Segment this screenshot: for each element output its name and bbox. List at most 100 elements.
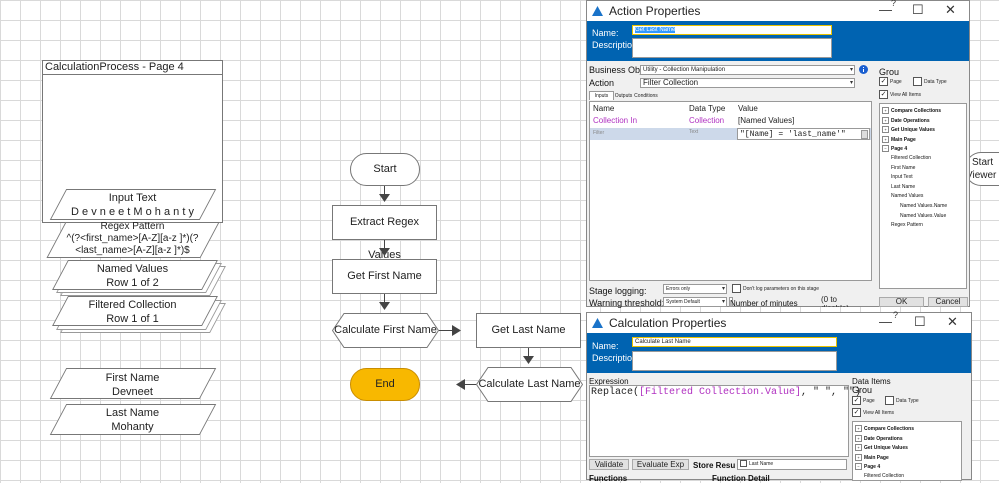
tree-item[interactable]: Named Values (891, 193, 923, 199)
cancel-button[interactable]: Cancel (928, 297, 968, 307)
tree-item[interactable]: − Page 4 (855, 463, 881, 471)
tree-item[interactable]: Filtered Collection (864, 473, 904, 479)
dialog-titlebar[interactable]: Calculation Properties — ? ☐ ✕ (587, 310, 971, 333)
collapse-icon[interactable]: − (855, 463, 862, 471)
col-header-datatype: Data Type (689, 104, 726, 113)
close-button[interactable]: ✕ (945, 2, 956, 18)
flow-connector (439, 330, 453, 331)
collapse-icon[interactable]: − (882, 145, 889, 153)
action-properties-dialog[interactable]: Action Properties — ? ☐ ✕ Name: Get Last… (586, 0, 970, 308)
expression-editor-icon[interactable] (861, 130, 868, 139)
param-type: Text (689, 129, 699, 135)
tab-inputs[interactable]: Inputs (589, 91, 614, 100)
expression-editor[interactable]: Replace([Filtered Collection.Value], " "… (589, 385, 861, 457)
expand-icon[interactable]: + (882, 116, 889, 124)
start-stage[interactable]: Start (350, 153, 420, 186)
chevron-down-icon: ▾ (721, 299, 725, 305)
view-all-checkbox[interactable]: ✓ View All Items (879, 90, 921, 99)
tree-item-label: Page 4 (864, 464, 881, 471)
check-icon: ✓ (879, 77, 888, 86)
tree-item[interactable]: Filtered Collection (891, 155, 931, 161)
help-icon[interactable]: ? (891, 0, 896, 8)
dont-log-checkbox[interactable]: Don't log parameters on this stage (732, 284, 819, 293)
tree-item[interactable]: + Main Page (882, 135, 916, 143)
store-result-field[interactable]: Last Name (737, 459, 847, 470)
expand-icon[interactable]: + (882, 107, 889, 114)
info-icon[interactable] (859, 65, 868, 74)
tree-item-label: First Name (891, 164, 916, 171)
tree-item[interactable]: Named Values.Value (900, 213, 946, 219)
data-items-tree[interactable]: + Compare Collections + Date Operations + Get… (879, 103, 967, 289)
check-icon: ✓ (852, 408, 861, 417)
tree-item[interactable]: + Date Operations (855, 434, 903, 442)
action-extract-regex[interactable]: Extract Regex Values (332, 205, 437, 261)
table-row-selected[interactable]: Filter Text "[Name] = 'last_name'" (590, 128, 871, 140)
tree-item[interactable]: Last Name (891, 184, 915, 190)
tree-item[interactable]: + Main Page (855, 453, 889, 461)
page-checkbox[interactable]: ✓ Page (879, 77, 902, 86)
tree-item[interactable]: + Get Unique Values (855, 444, 908, 452)
tree-item-label: Filtered Collection (864, 473, 905, 479)
description-field[interactable] (632, 351, 837, 371)
page-checkbox-label: Page (890, 78, 902, 85)
ok-button[interactable]: OK (879, 297, 924, 307)
data-item-value: Row 1 of 2 (106, 277, 159, 289)
tab-outputs[interactable]: Outputs (614, 92, 633, 100)
tree-item[interactable]: + Compare Collections (855, 425, 914, 432)
datatype-checkbox[interactable]: Data Type (885, 396, 919, 405)
maximize-button[interactable]: ☐ (912, 2, 924, 18)
filter-value-field[interactable]: "[Name] = 'last_name'" (737, 128, 870, 140)
data-items-tree[interactable]: + Compare Collections + Date Operations + Get… (852, 421, 962, 481)
tree-item[interactable]: Input Text (891, 174, 913, 180)
expand-icon[interactable]: + (855, 444, 862, 452)
check-icon: ✓ (852, 396, 861, 405)
view-all-checkbox[interactable]: ✓ View All Items (852, 408, 894, 417)
close-button[interactable]: ✕ (947, 314, 958, 330)
expand-icon[interactable]: + (882, 126, 889, 134)
tree-item[interactable]: + Compare Collections (882, 107, 941, 114)
expand-icon[interactable]: + (882, 135, 889, 143)
named-values-label-group: Named Values Row 1 of 2 (55, 262, 210, 290)
action-get-last-name[interactable]: Get Last Name (476, 313, 581, 348)
calc-first-name-label: Calculate First Name (334, 324, 437, 336)
validate-button[interactable]: Validate (589, 459, 629, 470)
data-item-name: First Name (105, 372, 160, 384)
tree-item[interactable]: + Date Operations (882, 116, 930, 124)
business-object-label: Business Obj (589, 65, 643, 75)
regex-label-group: Regex Pattern ^(?<first_name>[A-Z][a-z ]… (40, 221, 225, 257)
tree-item[interactable]: − Page 4 (882, 145, 907, 153)
tab-conditions[interactable]: Conditions (633, 92, 659, 100)
inputs-grid[interactable]: Name Data Type Value Collection In Colle… (589, 101, 872, 281)
name-field[interactable]: Calculate Last Name (632, 337, 837, 347)
business-object-select[interactable]: Utility - Collection Manipulation ▾ (640, 65, 855, 75)
datatype-checkbox[interactable]: Data Type (913, 77, 947, 86)
stage-logging-select[interactable]: Errors only ▾ (663, 284, 727, 294)
action-get-first-name[interactable]: Get First Name (332, 259, 437, 294)
flow-connector (465, 384, 476, 385)
description-field[interactable] (632, 38, 832, 58)
end-stage[interactable]: End (350, 368, 420, 401)
data-item-name: Filtered Collection (88, 299, 177, 311)
expand-icon[interactable]: + (855, 453, 862, 461)
page-checkbox[interactable]: ✓ Page (852, 396, 875, 405)
tree-item[interactable]: Named Values.Name (900, 203, 947, 209)
expression-field: [Filtered Collection.Value] (639, 387, 802, 398)
minimize-button[interactable]: — (879, 314, 892, 329)
evaluate-expression-button[interactable]: Evaluate Exp (632, 459, 689, 470)
name-field[interactable]: Get Last Name (632, 25, 832, 35)
tree-item[interactable]: + Get Unique Values (882, 126, 935, 134)
expand-icon[interactable]: + (855, 425, 862, 432)
arrow-left-icon (456, 379, 465, 390)
warning-threshold-select[interactable]: System Default ▾ (663, 297, 727, 307)
table-row[interactable]: Collection In Collection [Named Values] (590, 114, 871, 127)
action-select[interactable]: Filter Collection ▾ (640, 78, 855, 88)
calculation-properties-dialog[interactable]: Calculation Properties — ? ☐ ✕ Name: Cal… (586, 310, 972, 483)
expand-icon[interactable]: + (855, 434, 862, 442)
tree-item[interactable]: First Name (891, 165, 915, 171)
tree-item[interactable]: Regex Pattern (891, 222, 923, 228)
name-label: Name: (592, 341, 619, 351)
dialog-titlebar[interactable]: Action Properties — ? ☐ ✕ (587, 0, 969, 21)
maximize-button[interactable]: ☐ (914, 314, 926, 330)
help-icon[interactable]: ? (893, 310, 898, 320)
param-type: Collection (689, 116, 725, 125)
